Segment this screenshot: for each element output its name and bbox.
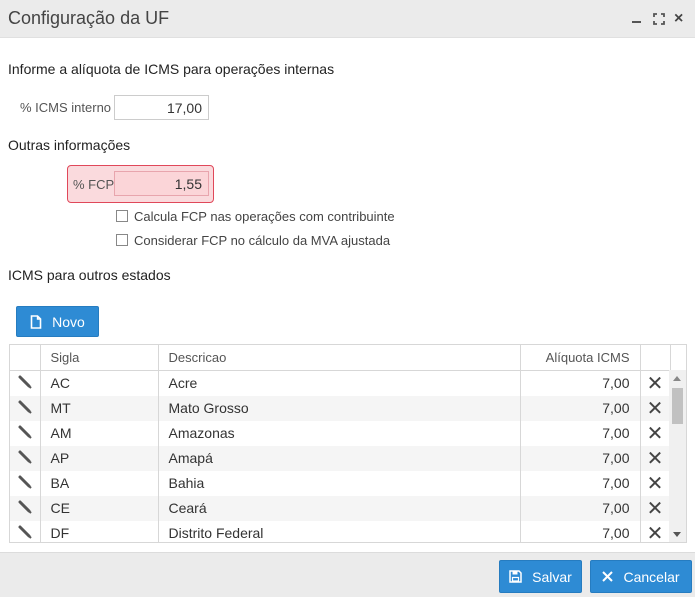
save-button[interactable]: Salvar [499,560,582,593]
table-row[interactable]: MT Mato Grosso 7,00 ✕ [10,395,686,421]
pencil-icon[interactable] [10,370,41,396]
cell-descricao: Mato Grosso [158,395,521,421]
table-row[interactable]: BA Bahia 7,00 ✕ [10,470,686,496]
cell-sigla: AM [40,420,159,446]
dialog-footer: Salvar Cancelar [0,552,695,597]
delete-icon[interactable]: ✕ [640,470,671,496]
pencil-icon[interactable] [10,470,41,496]
new-button[interactable]: Novo [16,306,99,337]
delete-icon[interactable]: ✕ [640,370,671,396]
save-icon [509,570,522,583]
pencil-icon[interactable] [10,395,41,421]
cell-sigla: AC [40,370,159,396]
cell-aliquota: 7,00 [520,370,641,396]
fcp-input[interactable] [114,171,209,196]
fcp-mva-label: Considerar FCP no cálculo da MVA ajustad… [134,232,391,248]
table-row[interactable]: AM Amazonas 7,00 ✕ [10,420,686,446]
other-info-heading: Outras informações [8,137,131,153]
cell-aliquota: 7,00 [520,445,641,471]
file-icon [30,314,42,329]
table-row[interactable]: CE Ceará 7,00 ✕ [10,495,686,521]
delete-icon[interactable]: ✕ [640,420,671,446]
column-header-descricao[interactable]: Descricao [158,345,521,371]
scroll-down-arrow-icon[interactable] [673,532,681,537]
delete-icon[interactable]: ✕ [640,520,671,542]
fcp-label: % FCP [73,177,115,192]
cell-descricao: Amazonas [158,420,521,446]
fcp-contribuinte-option[interactable]: Calcula FCP nas operações com contribuin… [116,208,395,224]
cell-aliquota: 7,00 [520,520,641,542]
dialog-titlebar: Configuração da UF × [0,0,695,38]
cell-sigla: AP [40,445,159,471]
cell-sigla: MT [40,395,159,421]
cancel-button-label: Cancelar [623,568,680,585]
scroll-up-arrow-icon[interactable] [673,376,681,381]
pencil-icon[interactable] [10,445,41,471]
column-header-sigla[interactable]: Sigla [40,345,159,371]
fcp-contribuinte-label: Calcula FCP nas operações com contribuin… [134,208,395,224]
pencil-icon[interactable] [10,495,41,521]
new-button-label: Novo [52,313,85,330]
close-icon[interactable]: × [674,11,686,27]
states-grid: Sigla Descricao Alíquota ICMS AC Acre 7,00… [9,344,687,543]
cell-sigla: DF [40,520,159,542]
delete-icon[interactable]: ✕ [640,445,671,471]
grid-header-row: Sigla Descricao Alíquota ICMS [10,345,686,371]
scrollbar-thumb[interactable] [672,388,683,424]
cancel-button[interactable]: Cancelar [590,560,692,593]
minimize-icon[interactable] [631,13,643,25]
grid-header-scroll [670,345,686,371]
save-button-label: Salvar [532,568,572,585]
icms-interno-label: % ICMS interno [20,100,112,115]
cell-sigla: BA [40,470,159,496]
cell-aliquota: 7,00 [520,495,641,521]
icms-interno-input[interactable] [114,95,209,120]
pencil-icon[interactable] [10,520,41,542]
cell-descricao: Distrito Federal [158,520,521,542]
grid-header-delete [640,345,671,371]
fcp-contribuinte-checkbox[interactable] [116,210,128,222]
cell-aliquota: 7,00 [520,395,641,421]
fcp-mva-checkbox[interactable] [116,234,128,246]
delete-icon[interactable]: ✕ [640,395,671,421]
grid-scrollbar[interactable] [669,370,686,542]
grid-header-edit [10,345,41,371]
maximize-icon[interactable] [653,13,665,25]
cell-aliquota: 7,00 [520,470,641,496]
cell-aliquota: 7,00 [520,420,641,446]
internal-icms-heading: Informe a alíquota de ICMS para operaçõe… [8,61,335,77]
cell-descricao: Bahia [158,470,521,496]
dialog-title: Configuração da UF [8,8,170,28]
column-header-aliquota[interactable]: Alíquota ICMS [520,345,641,371]
cell-descricao: Acre [158,370,521,396]
fcp-mva-option[interactable]: Considerar FCP no cálculo da MVA ajustad… [116,232,390,248]
table-row[interactable]: AP Amapá 7,00 ✕ [10,445,686,471]
cell-descricao: Amapá [158,445,521,471]
table-row[interactable]: AC Acre 7,00 ✕ [10,370,686,396]
cell-sigla: CE [40,495,159,521]
table-row[interactable]: DF Distrito Federal 7,00 ✕ [10,520,686,542]
delete-icon[interactable]: ✕ [640,495,671,521]
pencil-icon[interactable] [10,420,41,446]
cell-descricao: Ceará [158,495,521,521]
cancel-icon [602,571,614,582]
other-states-heading: ICMS para outros estados [8,267,171,283]
